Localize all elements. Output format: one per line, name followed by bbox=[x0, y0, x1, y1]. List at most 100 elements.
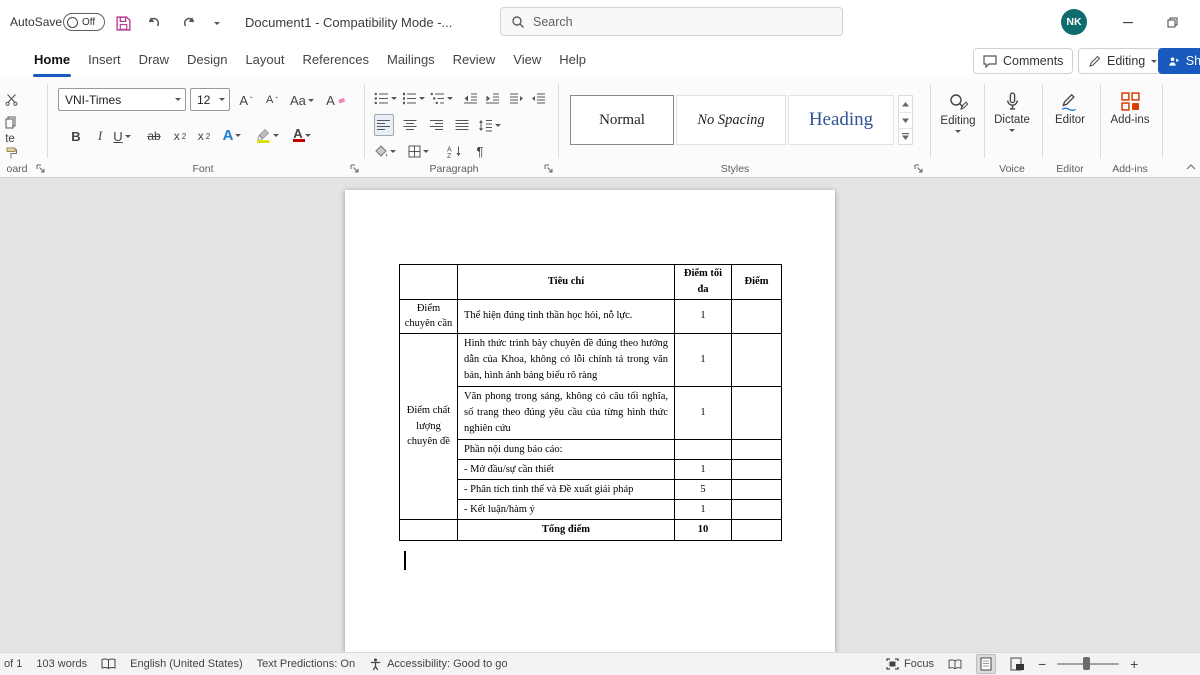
align-left-button[interactable] bbox=[374, 114, 394, 136]
total-empty-cell[interactable] bbox=[400, 520, 458, 541]
format-painter-button[interactable] bbox=[1, 142, 21, 164]
header-max-score[interactable]: Điểm tối đa bbox=[675, 265, 732, 300]
score-cell[interactable] bbox=[732, 520, 782, 541]
focus-button[interactable]: Focus bbox=[886, 658, 934, 670]
grow-font-button[interactable]: Aˆ bbox=[236, 89, 256, 111]
align-center-button[interactable] bbox=[400, 114, 420, 136]
total-label-cell[interactable]: Tổng điểm bbox=[458, 520, 675, 541]
undo-button[interactable] bbox=[142, 12, 164, 34]
highlight-button[interactable] bbox=[256, 124, 279, 146]
tab-draw[interactable]: Draw bbox=[130, 44, 178, 78]
line-spacing-button[interactable] bbox=[478, 114, 501, 136]
rtl-text-direction-button[interactable] bbox=[528, 87, 548, 109]
numbering-button[interactable] bbox=[402, 87, 425, 109]
tab-view[interactable]: View bbox=[504, 44, 550, 78]
max-cell[interactable]: 5 bbox=[675, 480, 732, 500]
document-page[interactable]: Tiêu chí Điểm tối đa Điểm Điểm chuyên cầ… bbox=[345, 190, 835, 652]
style-no-spacing[interactable]: No Spacing bbox=[676, 95, 786, 145]
change-case-button[interactable]: Aa bbox=[290, 89, 314, 111]
tab-help[interactable]: Help bbox=[550, 44, 595, 78]
save-button[interactable] bbox=[112, 12, 134, 34]
styles-scroll-up-button[interactable] bbox=[899, 96, 912, 112]
language-indicator[interactable]: English (United States) bbox=[130, 658, 243, 670]
addins-button[interactable]: Add-ins bbox=[1102, 84, 1158, 158]
section1-label-cell[interactable]: Điểm chuyên cần bbox=[400, 299, 458, 334]
max-cell[interactable]: 1 bbox=[675, 387, 732, 440]
autosave-toggle[interactable]: Off bbox=[63, 13, 105, 31]
print-layout-button[interactable] bbox=[976, 654, 996, 674]
editing-group-button[interactable]: Editing bbox=[932, 84, 984, 158]
max-cell[interactable]: 1 bbox=[675, 460, 732, 480]
word-count[interactable]: 103 words bbox=[36, 658, 87, 670]
tab-layout[interactable]: Layout bbox=[236, 44, 293, 78]
document-title[interactable]: Document1 - Compatibility Mode -... bbox=[245, 15, 452, 30]
criteria-cell[interactable]: - Mở đầu/sự cần thiết bbox=[458, 460, 675, 480]
styles-dialog-launcher[interactable] bbox=[914, 164, 923, 173]
style-normal[interactable]: Normal bbox=[570, 95, 674, 145]
ltr-text-direction-button[interactable] bbox=[506, 87, 526, 109]
score-cell[interactable] bbox=[732, 334, 782, 387]
score-cell[interactable] bbox=[732, 387, 782, 440]
collapse-ribbon-button[interactable] bbox=[1186, 164, 1196, 170]
show-formatting-marks-button[interactable]: ¶ bbox=[470, 140, 490, 162]
criteria-cell[interactable]: Phần nội dung báo cáo: bbox=[458, 440, 675, 460]
tab-mailings[interactable]: Mailings bbox=[378, 44, 444, 78]
criteria-cell[interactable]: Hình thức trình bày chuyên đề đúng theo … bbox=[458, 334, 675, 387]
criteria-cell[interactable]: Thể hiện đúng tinh thần học hỏi, nỗ lực. bbox=[458, 299, 675, 334]
score-cell[interactable] bbox=[732, 460, 782, 480]
score-cell[interactable] bbox=[732, 440, 782, 460]
max-cell[interactable] bbox=[675, 440, 732, 460]
tab-review[interactable]: Review bbox=[444, 44, 505, 78]
search-input[interactable] bbox=[533, 15, 832, 29]
clear-formatting-button[interactable]: A bbox=[326, 89, 346, 111]
zoom-out-button[interactable]: − bbox=[1038, 656, 1046, 672]
strikethrough-button[interactable]: ab bbox=[144, 125, 164, 147]
tab-references[interactable]: References bbox=[294, 44, 378, 78]
font-name-combo[interactable]: VNI-Times bbox=[58, 88, 186, 111]
underline-button[interactable]: U bbox=[112, 125, 132, 147]
style-heading[interactable]: Heading bbox=[788, 95, 894, 145]
document-canvas[interactable]: Tiêu chí Điểm tối đa Điểm Điểm chuyên cầ… bbox=[0, 178, 1200, 652]
styles-gallery-more-button[interactable] bbox=[899, 128, 912, 144]
header-score[interactable]: Điểm bbox=[732, 265, 782, 300]
page-indicator[interactable]: of 1 bbox=[4, 658, 22, 670]
redo-button[interactable] bbox=[178, 12, 200, 34]
score-cell[interactable] bbox=[732, 500, 782, 520]
max-cell[interactable]: 1 bbox=[675, 334, 732, 387]
editor-button[interactable]: Editor bbox=[1044, 84, 1096, 158]
max-cell[interactable]: 1 bbox=[675, 500, 732, 520]
criteria-cell[interactable]: - Kết luận/hàm ý bbox=[458, 500, 675, 520]
decrease-indent-button[interactable] bbox=[460, 87, 480, 109]
text-effects-button[interactable]: A bbox=[222, 124, 242, 146]
dictate-button[interactable]: Dictate bbox=[986, 84, 1038, 158]
font-dialog-launcher[interactable] bbox=[350, 164, 359, 173]
font-color-button[interactable]: A bbox=[292, 124, 312, 146]
read-mode-button[interactable] bbox=[945, 654, 965, 674]
minimize-button[interactable] bbox=[1108, 0, 1148, 44]
total-value-cell[interactable]: 10 bbox=[675, 520, 732, 541]
text-predictions[interactable]: Text Predictions: On bbox=[257, 658, 355, 670]
editing-mode-button[interactable]: Editing bbox=[1078, 48, 1167, 74]
superscript-button[interactable]: x2 bbox=[194, 125, 214, 147]
search-box[interactable] bbox=[500, 7, 843, 36]
header-empty-cell[interactable] bbox=[400, 265, 458, 300]
cut-button[interactable] bbox=[1, 88, 21, 110]
zoom-slider-thumb[interactable] bbox=[1083, 657, 1090, 670]
accessibility-status[interactable]: Accessibility: Good to go bbox=[369, 658, 507, 671]
share-button[interactable]: Sha bbox=[1158, 48, 1200, 74]
criteria-cell[interactable]: - Phân tích tình thể và Đề xuất giải phá… bbox=[458, 480, 675, 500]
clipboard-dialog-launcher[interactable] bbox=[36, 164, 45, 173]
criteria-cell[interactable]: Văn phong trong sáng, không có câu tối n… bbox=[458, 387, 675, 440]
borders-button[interactable] bbox=[408, 140, 429, 162]
shrink-font-button[interactable]: Aˇ bbox=[262, 89, 282, 111]
shading-button[interactable] bbox=[374, 140, 396, 162]
sort-button[interactable]: AZ bbox=[444, 140, 464, 162]
web-layout-button[interactable] bbox=[1007, 654, 1027, 674]
restore-button[interactable] bbox=[1152, 0, 1192, 44]
proofing-button[interactable] bbox=[101, 658, 116, 670]
bold-button[interactable]: B bbox=[66, 125, 86, 147]
font-size-combo[interactable]: 12 bbox=[190, 88, 230, 111]
multilevel-list-button[interactable] bbox=[430, 87, 453, 109]
comments-button[interactable]: Comments bbox=[973, 48, 1073, 74]
max-cell[interactable]: 1 bbox=[675, 299, 732, 334]
